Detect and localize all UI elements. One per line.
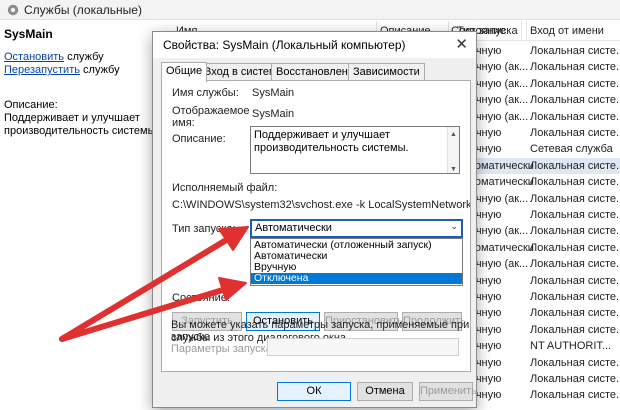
scroll-up-icon[interactable]: ▲ (450, 128, 457, 141)
close-icon[interactable]: ✕ (455, 35, 468, 53)
description-scrollbar[interactable]: ▲ ▼ (447, 127, 459, 173)
cancel-button[interactable]: Отмена (357, 382, 413, 401)
service-state-label: Состояние: (172, 292, 230, 304)
description-textarea-text: Поддерживает и улучшает производительнос… (254, 129, 409, 154)
table-cell-logon: Локальная систе... (530, 176, 620, 189)
table-cell-logon: Локальная систе... (530, 307, 620, 320)
service-name-value: SysMain (252, 87, 295, 99)
stop-service-suffix: службу (64, 51, 104, 63)
executable-label: Исполняемый файл: (172, 182, 278, 194)
window-title: Службы (локальные) (24, 3, 142, 17)
restart-service-link[interactable]: Перезапустить (4, 64, 80, 76)
ok-button[interactable]: ОК (277, 382, 351, 401)
table-cell-logon: Локальная систе... (530, 241, 620, 254)
tab-dependencies[interactable]: Зависимости (348, 63, 425, 81)
stop-service-row: Остановить службу (4, 51, 104, 63)
table-cell-logon: Локальная систе... (530, 373, 620, 385)
table-cell-logon: Локальная систе... (530, 274, 620, 287)
table-cell-logon: Локальная систе... (530, 159, 620, 172)
selected-service-name: SysMain (4, 27, 53, 41)
tab-general[interactable]: Общие (161, 62, 208, 82)
col-header-logon-as[interactable]: Вход от имени (530, 25, 604, 37)
display-name-label-line2: имя: (172, 117, 195, 129)
chevron-down-icon[interactable]: ⌄ (450, 221, 458, 232)
services-window-titlebar: Службы (локальные) (0, 0, 620, 20)
dialog-title: Свойства: SysMain (Локальный компьютер) (163, 38, 406, 52)
startup-type-select[interactable]: Автоматически ⌄ (250, 219, 463, 238)
table-cell-logon: Локальная систе... (530, 291, 620, 303)
stop-service-link[interactable]: Остановить (4, 51, 64, 63)
display-name-value: SysMain (252, 108, 295, 120)
startup-type-label: Тип запуска: (172, 223, 236, 235)
table-cell-logon: Локальная систе... (530, 110, 620, 123)
startup-params-input[interactable] (267, 338, 459, 356)
startup-type-selected-value: Автоматически (255, 222, 332, 234)
scroll-down-icon[interactable]: ▼ (450, 163, 457, 176)
table-cell-logon: Локальная систе... (530, 323, 620, 336)
description-field-label: Описание: (172, 133, 226, 145)
table-cell-logon: Локальная систе... (530, 192, 620, 205)
dialog-titlebar: Свойства: SysMain (Локальный компьютер) … (153, 32, 476, 58)
table-cell-logon: Локальная систе... (530, 127, 620, 139)
properties-dialog: Свойства: SysMain (Локальный компьютер) … (152, 31, 477, 408)
executable-path: C:\WINDOWS\system32\svchost.exe -k Local… (172, 199, 470, 211)
services-gear-icon (7, 4, 19, 16)
table-cell-logon: Локальная систе... (530, 225, 620, 238)
description-textarea[interactable]: Поддерживает и улучшает производительнос… (250, 126, 460, 174)
table-cell-logon: Локальная систе... (530, 45, 620, 57)
restart-service-row: Перезапустить службу (4, 64, 120, 76)
table-cell-logon: Локальная систе... (530, 356, 620, 369)
startup-type-dropdown: Автоматически (отложенный запуск) Автома… (250, 238, 463, 286)
startup-option-disabled[interactable]: Отключена (251, 273, 462, 284)
description-text: Поддерживает и улучшает производительнос… (4, 112, 159, 137)
apply-button[interactable]: Применить (419, 382, 477, 401)
table-cell-logon: Локальная систе... (530, 94, 620, 107)
table-cell-logon: Локальная систе... (530, 77, 620, 90)
table-cell-logon: Локальная систе... (530, 61, 620, 74)
table-cell-logon: Локальная систе... (530, 258, 620, 271)
table-cell-logon: Сетевая служба (530, 143, 613, 156)
table-cell-logon: Локальная систе... (530, 209, 620, 221)
table-cell-logon: Локальная систе... (530, 389, 620, 402)
display-name-label-line1: Отображаемое (172, 105, 250, 117)
startup-params-label: Параметры запуска: (171, 343, 275, 355)
service-name-label: Имя службы: (172, 87, 239, 99)
table-cell-logon: NT AUTHORIT... (530, 340, 612, 353)
description-label: Описание: (4, 99, 58, 111)
restart-service-suffix: службу (79, 64, 120, 76)
service-description-panel: SysMain Остановить службу Перезапустить … (0, 21, 162, 410)
